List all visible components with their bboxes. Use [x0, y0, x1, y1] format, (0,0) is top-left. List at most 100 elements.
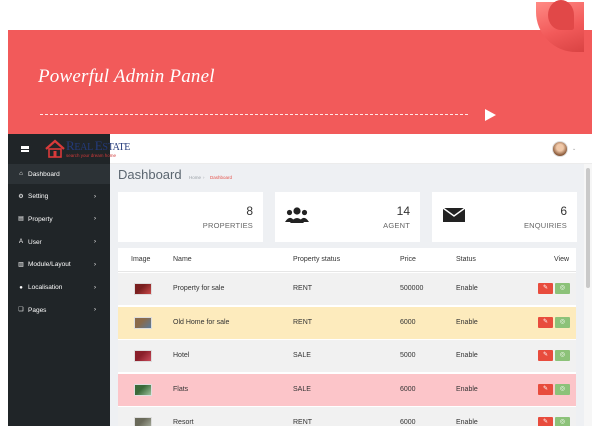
sidebar-item-property[interactable]: ▤ Property › — [8, 209, 110, 229]
cell-property-status: RENT — [293, 419, 313, 426]
chevron-right-icon: › — [94, 284, 96, 291]
sidebar-item-localisation[interactable]: ● Localisation › — [8, 278, 110, 298]
table-row: Resort RENT 6000 Enable ✎ ◎ — [118, 407, 576, 426]
stat-card-enquiries[interactable]: 6 ENQUIRIES — [432, 192, 577, 242]
column-header-property-status: Property status — [293, 256, 341, 263]
stat-value: 8 — [246, 204, 253, 218]
cell-price: 5000 — [400, 352, 416, 359]
sidebar-item-setting[interactable]: ⚙ Setting › — [8, 187, 110, 207]
property-thumbnail[interactable] — [134, 316, 152, 329]
cell-price: 6000 — [400, 385, 416, 393]
cell-status: Enable — [456, 419, 478, 426]
stat-value: 6 — [560, 204, 567, 218]
envelope-icon — [442, 207, 466, 222]
edit-button[interactable]: ✎ — [538, 417, 553, 426]
column-header-price: Price — [400, 256, 416, 263]
page-title: Dashboard — [118, 167, 182, 182]
chevron-right-icon: › — [94, 216, 96, 223]
breadcrumb-separator: › — [203, 175, 205, 180]
property-thumbnail[interactable] — [134, 350, 152, 362]
cell-property-status: RENT — [293, 318, 313, 326]
sidebar-item-label: User — [28, 238, 42, 246]
view-button[interactable]: ◎ — [555, 383, 570, 395]
table-row: Hotel SALE 5000 Enable ✎ ◎ — [118, 340, 576, 372]
cell-status: Enable — [456, 318, 478, 326]
cell-property-status: RENT — [293, 285, 313, 292]
column-header-image: Image — [131, 256, 151, 263]
column-header-name: Name — [173, 256, 192, 263]
gear-icon: ⚙ — [18, 193, 24, 200]
pages-icon: ❏ — [18, 307, 24, 314]
map-pin-icon: ● — [19, 284, 23, 291]
table-header: Image Name Property status Price Status … — [118, 248, 576, 272]
house-logo-icon — [45, 139, 65, 158]
chevron-right-icon: › — [94, 239, 96, 246]
sidebar-item-label: Localisation — [28, 284, 63, 291]
banner-title: Powerful Admin Panel — [38, 66, 215, 87]
property-thumbnail[interactable] — [134, 417, 152, 426]
table-row: Flats SALE 6000 Enable ✎ ◎ — [118, 373, 576, 406]
sidebar-item-pages[interactable]: ❏ Pages › — [8, 300, 110, 320]
file-icon: ▤ — [18, 216, 24, 223]
users-icon — [285, 207, 309, 223]
chevron-right-icon: › — [94, 261, 96, 268]
menu-toggle-icon[interactable] — [21, 146, 29, 152]
cell-name: Resort — [173, 419, 194, 426]
edit-button[interactable]: ✎ — [538, 383, 553, 395]
cell-name: Old Home for sale — [173, 318, 230, 326]
stat-card-properties[interactable]: 8 PROPERTIES — [118, 192, 263, 242]
chart-icon: ▥ — [18, 261, 24, 268]
cell-property-status: SALE — [293, 352, 311, 359]
chevron-right-icon: › — [94, 307, 96, 314]
sidebar-item-user[interactable]: A User › — [8, 232, 110, 252]
edit-button[interactable]: ✎ — [538, 283, 553, 294]
sidebar-item-dashboard[interactable]: ⌂ Dashboard — [8, 164, 110, 184]
breadcrumb-current: Dashboard — [210, 175, 233, 180]
sidebar-item-label: Module/Layout — [28, 261, 71, 269]
cell-price: 6000 — [400, 419, 416, 426]
table-row: Old Home for sale RENT 6000 Enable ✎ ◎ — [118, 306, 576, 339]
view-button[interactable]: ◎ — [555, 283, 570, 294]
scrollbar-thumb[interactable] — [586, 168, 590, 288]
property-table: Image Name Property status Price Status … — [118, 248, 576, 426]
top-header — [110, 134, 592, 164]
stat-label: ENQUIRIES — [523, 221, 567, 230]
cell-name: Flats — [173, 385, 189, 393]
view-button[interactable]: ◎ — [555, 316, 570, 328]
user-avatar[interactable] — [552, 141, 568, 157]
table-row: Property for sale RENT 500000 Enable ✎ ◎ — [118, 273, 576, 305]
cell-price: 6000 — [400, 318, 416, 326]
stat-card-agent[interactable]: 14 AGENT — [275, 192, 420, 242]
sidebar-item-label: Dashboard — [28, 170, 60, 178]
chevron-right-icon: › — [94, 193, 96, 200]
stat-label: PROPERTIES — [202, 221, 253, 230]
breadcrumb-home[interactable]: Home — [189, 175, 201, 180]
cell-name: Property for sale — [173, 285, 225, 292]
column-header-status: Status — [456, 256, 476, 263]
home-icon: ⌂ — [19, 171, 23, 177]
user-font-icon: A — [18, 239, 23, 246]
sidebar-item-label: Setting — [28, 193, 49, 201]
stat-label: AGENT — [383, 221, 410, 230]
brand-logo[interactable]: REAL ESTATE — [66, 139, 130, 153]
cell-status: Enable — [456, 385, 478, 393]
sidebar-item-module-layout[interactable]: ▥ Module/Layout › — [8, 255, 110, 275]
sidebar: ⌂ Dashboard ⚙ Setting › ▤ Property › A User › ▥ Modu… — [8, 134, 110, 426]
play-icon — [485, 109, 496, 121]
cell-name: Hotel — [173, 352, 190, 359]
edit-button[interactable]: ✎ — [538, 316, 553, 328]
stat-value: 14 — [396, 204, 410, 218]
sidebar-item-label: Pages — [28, 306, 47, 314]
chevron-down-icon[interactable]: ⌄ — [572, 146, 576, 152]
cell-price: 500000 — [400, 285, 424, 292]
property-thumbnail[interactable] — [134, 383, 152, 396]
banner-dashed-line — [40, 114, 468, 115]
edit-button[interactable]: ✎ — [538, 350, 553, 361]
cell-status: Enable — [456, 285, 478, 292]
view-button[interactable]: ◎ — [555, 350, 570, 361]
sidebar-item-label: Property — [28, 215, 53, 223]
cell-property-status: SALE — [293, 385, 311, 393]
view-button[interactable]: ◎ — [555, 417, 570, 426]
property-thumbnail[interactable] — [134, 283, 152, 295]
column-header-view: View — [554, 256, 570, 263]
